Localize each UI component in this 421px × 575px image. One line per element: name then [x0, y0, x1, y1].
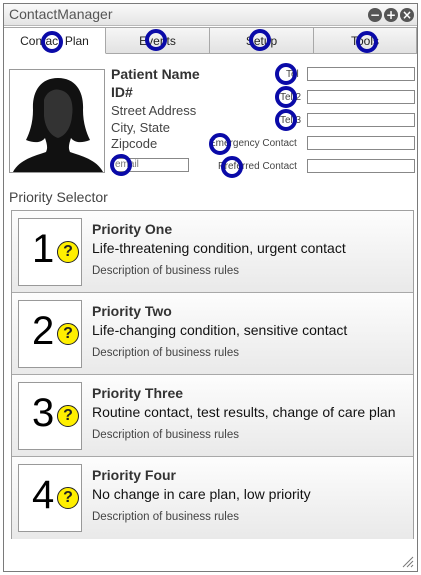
priority-number: 3	[32, 391, 55, 435]
priority-number-box: 2 ?	[18, 300, 82, 368]
priority-title: Priority Two	[92, 303, 172, 319]
priority-item-one[interactable]: 1 ? Priority One Life-threatening condit…	[12, 211, 413, 293]
annotation-marker	[209, 133, 231, 155]
resize-grip-icon[interactable]	[402, 556, 414, 568]
priority-selector-title: Priority Selector	[9, 189, 108, 205]
priority-number: 4	[32, 473, 55, 517]
annotation-marker	[275, 86, 297, 108]
annotation-marker	[145, 29, 167, 51]
person-silhouette-icon	[13, 78, 103, 172]
minimize-icon[interactable]: −	[368, 8, 382, 22]
title-bar[interactable]: ContactManager − + ×	[4, 4, 417, 26]
patient-avatar	[9, 69, 105, 173]
priority-item-two[interactable]: 2 ? Priority Two Life-changing condition…	[12, 293, 413, 375]
priority-number-box: 1 ?	[18, 218, 82, 286]
annotation-marker	[275, 109, 297, 131]
help-icon[interactable]: ?	[57, 241, 79, 263]
annotation-marker	[221, 156, 243, 178]
priority-title: Priority Four	[92, 467, 177, 483]
priority-subtitle: No change in care plan, low priority	[92, 486, 311, 502]
help-icon[interactable]: ?	[57, 405, 79, 427]
contact-manager-window: ContactManager − + × Contact Plan Events…	[3, 3, 418, 572]
street-address: Street Address	[111, 103, 197, 118]
priority-number: 1	[32, 227, 55, 271]
priority-description: Description of business rules	[92, 347, 240, 359]
tel1-field[interactable]	[307, 67, 415, 81]
maximize-icon[interactable]: +	[384, 8, 398, 22]
tel2-field[interactable]	[307, 90, 415, 104]
priority-title: Priority Three	[92, 385, 184, 401]
tel3-field[interactable]	[307, 113, 415, 127]
close-icon[interactable]: ×	[400, 8, 414, 22]
priority-subtitle: Life-changing condition, sensitive conta…	[92, 322, 348, 338]
zipcode: Zipcode	[111, 136, 158, 151]
priority-number-box: 3 ?	[18, 382, 82, 450]
priority-item-four[interactable]: 4 ? Priority Four No change in care plan…	[12, 457, 413, 539]
emergency-contact-field[interactable]	[307, 136, 415, 150]
priority-description: Description of business rules	[92, 429, 240, 441]
city-state: City, State	[111, 120, 171, 135]
priority-description: Description of business rules	[92, 511, 240, 523]
help-icon[interactable]: ?	[57, 487, 79, 509]
priority-subtitle: Routine contact, test results, change of…	[92, 404, 396, 420]
priority-list: 1 ? Priority One Life-threatening condit…	[11, 210, 414, 539]
priority-description: Description of business rules	[92, 265, 240, 277]
annotation-marker	[356, 31, 378, 53]
help-icon[interactable]: ?	[57, 323, 79, 345]
annotation-marker	[41, 31, 63, 53]
priority-title: Priority One	[92, 221, 173, 237]
priority-subtitle: Life-threatening condition, urgent conta…	[92, 240, 346, 256]
priority-number: 2	[32, 309, 55, 353]
patient-name: Patient Name	[111, 66, 200, 82]
preferred-contact-field[interactable]	[307, 159, 415, 173]
priority-item-three[interactable]: 3 ? Priority Three Routine contact, test…	[12, 375, 413, 457]
priority-number-box: 4 ?	[18, 464, 82, 532]
annotation-marker	[275, 63, 297, 85]
annotation-marker	[249, 29, 271, 51]
window-title: ContactManager	[9, 6, 113, 22]
annotation-marker	[110, 154, 132, 176]
patient-id: ID#	[111, 84, 133, 100]
